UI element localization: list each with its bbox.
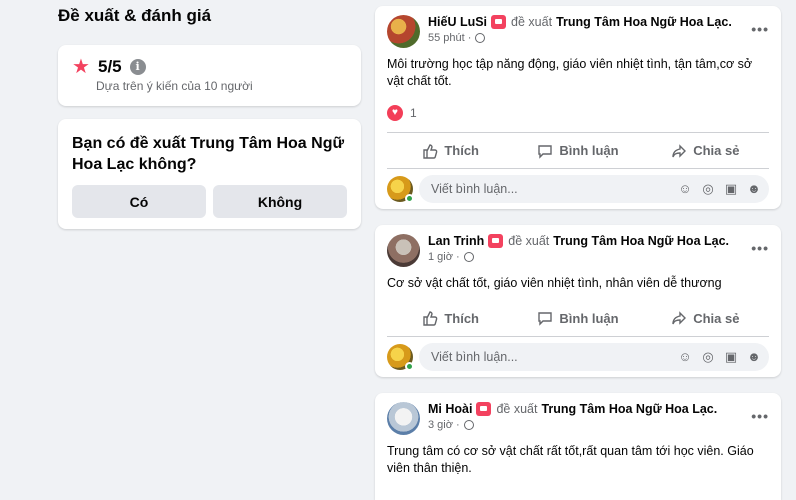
comment-button[interactable]: Bình luận — [514, 143, 641, 159]
like-label: Thích — [444, 143, 479, 158]
post-text: Cơ sở vật chất tốt, giáo viên nhiệt tình… — [387, 276, 722, 290]
camera-icon[interactable]: ◎ — [701, 182, 715, 196]
rating-subtext: Dựa trên ý kiến của 10 người — [96, 79, 253, 93]
like-label: Thích — [444, 310, 479, 326]
review-post: HiếU LuSi đề xuất Trung Tâm Hoa Ngữ Hoa … — [375, 6, 781, 209]
like-button[interactable]: Thích — [387, 310, 514, 326]
recommends-label: đề xuất — [496, 402, 538, 416]
online-status-icon — [405, 362, 414, 371]
star-icon: ★ — [72, 56, 90, 78]
post-time[interactable]: 3 giờ · — [428, 419, 460, 431]
author-name[interactable]: Mi Hoài — [428, 402, 472, 416]
yes-button[interactable]: Có — [72, 185, 206, 218]
share-button[interactable]: Chia sẻ — [642, 143, 769, 159]
post-time[interactable]: 1 giờ · — [428, 251, 460, 263]
recommend-badge-icon — [476, 402, 492, 416]
like-button[interactable]: Thích — [387, 143, 514, 159]
recommend-question-card: Bạn có đề xuất Trung Tâm Hoa Ngữ Hoa Lạc… — [58, 119, 361, 229]
online-status-icon — [405, 194, 414, 203]
globe-icon — [463, 420, 474, 430]
comment-label: Bình luận — [559, 143, 619, 158]
recommendations-panel: Đề xuất & đánh giá ★ 5/5 i Dựa trên ý ki… — [58, 0, 361, 229]
sticker-icon[interactable]: ☻ — [747, 350, 761, 364]
share-button[interactable]: Chia sẻ — [642, 310, 769, 326]
section-title: Đề xuất & đánh giá — [58, 6, 212, 25]
reaction-count: 1 — [410, 106, 417, 120]
gif-icon[interactable]: ▣ — [724, 182, 738, 196]
emoji-icon[interactable]: ☺ — [678, 350, 692, 364]
post-text: Môi trường học tập năng động, giáo viên … — [387, 57, 753, 88]
avatar[interactable] — [387, 402, 420, 435]
current-user-avatar[interactable] — [387, 344, 414, 371]
comment-icon — [538, 312, 553, 326]
post-text: Trung tâm có cơ sở vật chất rất tốt,rất … — [387, 444, 754, 475]
review-post: Lan Trinh đề xuất Trung Tâm Hoa Ngữ Hoa … — [375, 225, 781, 377]
share-icon — [672, 311, 687, 325]
info-icon[interactable]: i — [129, 59, 146, 75]
recommends-label: đề xuất — [508, 234, 550, 248]
camera-icon[interactable]: ◎ — [701, 350, 715, 364]
comment-placeholder: Viết bình luận... — [431, 350, 518, 364]
globe-icon — [463, 252, 474, 262]
review-post: Mi Hoài đề xuất Trung Tâm Hoa Ngữ Hoa Lạ… — [375, 393, 781, 500]
page-name-link[interactable]: Trung Tâm Hoa Ngữ Hoa Lạc. — [541, 402, 717, 416]
emoji-icon[interactable]: ☺ — [678, 182, 692, 196]
thumbs-up-icon — [423, 311, 438, 326]
recommend-badge-icon — [488, 234, 504, 248]
comment-button[interactable]: Bình luận — [514, 310, 641, 326]
recommends-label: đề xuất — [511, 15, 553, 29]
globe-icon — [475, 33, 486, 43]
thumbs-up-icon — [423, 143, 438, 159]
rating-card: ★ 5/5 i Dựa trên ý kiến của 10 người — [58, 45, 361, 106]
comment-label: Bình luận — [559, 310, 619, 326]
no-button[interactable]: Không — [213, 185, 347, 218]
more-options-icon[interactable]: ••• — [751, 240, 769, 256]
more-options-icon[interactable]: ••• — [751, 408, 769, 424]
author-name[interactable]: Lan Trinh — [428, 234, 484, 248]
comment-input[interactable]: Viết bình luận... ☺ ◎ ▣ ☻ — [419, 343, 769, 371]
rating-value: 5/5 — [98, 57, 122, 76]
more-options-icon[interactable]: ••• — [751, 21, 769, 37]
comment-icon — [538, 144, 553, 159]
post-time[interactable]: 55 phút · — [428, 32, 471, 44]
gif-icon[interactable]: ▣ — [724, 350, 738, 364]
avatar[interactable] — [387, 15, 420, 48]
reactions-summary[interactable]: ♥ 1 — [375, 104, 781, 122]
page-name-link[interactable]: Trung Tâm Hoa Ngữ Hoa Lạc. — [556, 15, 732, 29]
recommend-question: Bạn có đề xuất Trung Tâm Hoa Ngữ Hoa Lạc… — [72, 135, 345, 173]
comment-placeholder: Viết bình luận... — [431, 182, 518, 196]
avatar[interactable] — [387, 234, 420, 267]
page-name-link[interactable]: Trung Tâm Hoa Ngữ Hoa Lạc. — [553, 234, 729, 248]
current-user-avatar[interactable] — [387, 176, 414, 203]
heart-icon: ♥ — [387, 105, 403, 121]
sticker-icon[interactable]: ☻ — [747, 182, 761, 196]
share-icon — [672, 143, 687, 158]
recommend-badge-icon — [491, 15, 507, 29]
author-name[interactable]: HiếU LuSi — [428, 15, 487, 29]
comment-input[interactable]: Viết bình luận... ☺ ◎ ▣ ☻ — [419, 175, 769, 203]
share-label: Chia sẻ — [693, 143, 740, 158]
share-label: Chia sẻ — [693, 310, 740, 326]
